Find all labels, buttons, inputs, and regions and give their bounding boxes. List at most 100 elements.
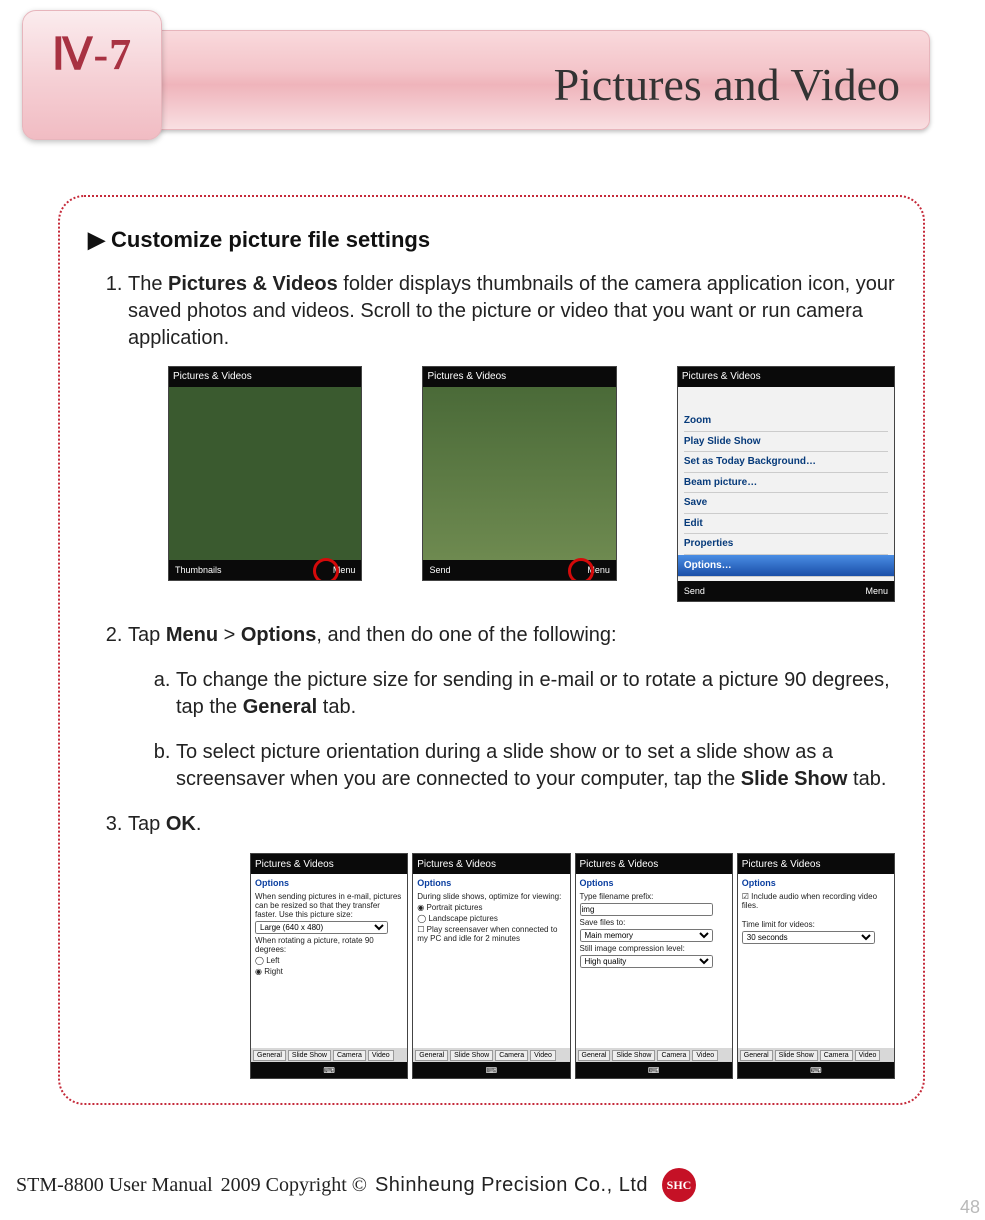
tab-video: Video [368, 1050, 394, 1061]
screensaver-checkbox: ☐ Play screensaver when connected to my … [417, 925, 565, 943]
tab-video: Video [855, 1050, 881, 1061]
step-2a: To change the picture size for sending i… [176, 667, 895, 721]
step-1: The Pictures & Videos folder displays th… [128, 271, 895, 602]
options-tabs: GeneralSlide ShowCameraVideo [576, 1048, 732, 1062]
tab-general: General [415, 1050, 448, 1061]
window-title: Pictures & Videos [427, 370, 506, 384]
text: The [128, 273, 168, 295]
page-number: 48 [960, 1197, 980, 1218]
content-box: ▶ Customize picture file settings The Pi… [58, 195, 925, 1105]
text: > [218, 624, 241, 646]
tab-camera: Camera [333, 1050, 366, 1061]
section-heading: ▶ Customize picture file settings [88, 227, 895, 253]
options-label: Time limit for videos: [742, 920, 890, 929]
window-title: Pictures & Videos [255, 859, 334, 870]
menu-label: Menu [865, 585, 888, 597]
options-heading: Options [742, 878, 890, 888]
screenshot-options-video: Pictures & Videos Options ☑ Include audi… [737, 853, 895, 1079]
options-tabs: GeneralSlide ShowCameraVideo [413, 1048, 569, 1062]
menu-item-options-selected: Options… [678, 555, 894, 578]
shc-logo-icon: SHC [662, 1168, 696, 1202]
screenshot-body [423, 387, 615, 560]
window-title: Pictures & Videos [580, 859, 659, 870]
chapter-number: Ⅳ-7 [52, 29, 132, 80]
options-text: When sending pictures in e-mail, picture… [255, 892, 403, 919]
text: Tap [128, 813, 166, 835]
landscape-radio: ◯ Landscape pictures [417, 914, 565, 923]
window-title: Pictures & Videos [417, 859, 496, 870]
thumbnails-label: Thumbnails [175, 564, 222, 576]
time-limit-select: 30 seconds [742, 931, 875, 944]
options-text: During slide shows, optimize for viewing… [417, 892, 565, 901]
tab-slideshow: Slide Show [288, 1050, 331, 1061]
titlebar: Pictures & Videos [413, 854, 569, 874]
context-menu: Zoom Play Slide Show Set as Today Backgr… [684, 411, 888, 577]
menu-item-zoom: Zoom [684, 411, 888, 432]
menu-item-set-today-bg: Set as Today Background… [684, 452, 888, 473]
chapter-badge: Ⅳ-7 [22, 10, 162, 140]
page-title: Pictures and Video [554, 58, 900, 111]
send-label: Send [684, 585, 705, 597]
tab-general: General [253, 1050, 286, 1061]
tab-camera: Camera [820, 1050, 853, 1061]
include-audio-checkbox: ☑ Include audio when recording video fil… [742, 892, 890, 910]
options-label: Type filename prefix: [580, 892, 728, 901]
options-label: Still image compression level: [580, 944, 728, 953]
screenshot-options-camera: Pictures & Videos Options Type filename … [575, 853, 733, 1079]
bold-text: General [243, 696, 317, 718]
screenshot-body: Zoom Play Slide Show Set as Today Backgr… [678, 387, 894, 581]
menu-item-beam: Beam picture… [684, 473, 888, 494]
titlebar: Pictures & Videos [738, 854, 894, 874]
bold-text: Slide Show [741, 768, 848, 790]
tab-general: General [578, 1050, 611, 1061]
screenshot-menu-open: Pictures & Videos Zoom Play Slide Show S… [677, 366, 895, 602]
step-2b: To select picture orientation during a s… [176, 739, 895, 793]
tab-slideshow: Slide Show [612, 1050, 655, 1061]
text: tab. [847, 768, 886, 790]
bold-text: Options [241, 624, 317, 646]
options-heading: Options [417, 878, 565, 888]
screenshot-body [169, 387, 361, 560]
options-text: When rotating a picture, rotate 90 degre… [255, 936, 403, 954]
bottombar: ⌨ [251, 1062, 407, 1078]
menu-item-edit: Edit [684, 514, 888, 535]
tab-slideshow: Slide Show [775, 1050, 818, 1061]
titlebar: Pictures & Videos [251, 854, 407, 874]
options-tabs: GeneralSlide ShowCameraVideo [738, 1048, 894, 1062]
bottombar: ⌨ [413, 1062, 569, 1078]
options-screenshot-row: Pictures & Videos Options When sending p… [250, 853, 895, 1079]
text: . [196, 813, 202, 835]
window-title: Pictures & Videos [682, 370, 761, 384]
options-body: Options During slide shows, optimize for… [413, 874, 569, 1062]
screenshot-options-general: Pictures & Videos Options When sending p… [250, 853, 408, 1079]
options-heading: Options [255, 878, 403, 888]
tab-general: General [740, 1050, 773, 1061]
menu-item-save: Save [684, 493, 888, 514]
options-heading: Options [580, 878, 728, 888]
filename-prefix-input [580, 903, 713, 916]
picture-size-select: Large (640 x 480) [255, 921, 388, 934]
page-footer: STM-8800 User Manual 2009 Copyright © Sh… [16, 1168, 975, 1202]
tab-video: Video [692, 1050, 718, 1061]
company-name: Shinheung Precision Co., Ltd [375, 1174, 648, 1197]
rotate-right-radio: ◉ Right [255, 967, 403, 976]
text: Tap [128, 624, 166, 646]
screenshot-photo-view: Pictures & Videos Send Menu [422, 366, 616, 581]
options-body: Options ☑ Include audio when recording v… [738, 874, 894, 1062]
step-2: Tap Menu > Options, and then do one of t… [128, 622, 895, 793]
options-body: Options When sending pictures in e-mail,… [251, 874, 407, 1062]
titlebar: Pictures & Videos [576, 854, 732, 874]
titlebar: Pictures & Videos [423, 367, 615, 387]
portrait-radio: ◉ Portrait pictures [417, 903, 565, 912]
titlebar: Pictures & Videos [678, 367, 894, 387]
window-title: Pictures & Videos [742, 859, 821, 870]
text: tab. [317, 696, 356, 718]
instruction-list: The Pictures & Videos folder displays th… [88, 271, 895, 838]
bold-text: OK [166, 813, 196, 835]
menu-item-properties: Properties [684, 534, 888, 555]
send-label: Send [429, 564, 450, 576]
bottombar: Send Menu [678, 581, 894, 601]
tab-camera: Camera [495, 1050, 528, 1061]
menu-item-play-slideshow: Play Slide Show [684, 432, 888, 453]
screenshot-camera-view: Pictures & Videos Thumbnails Menu [168, 366, 362, 581]
